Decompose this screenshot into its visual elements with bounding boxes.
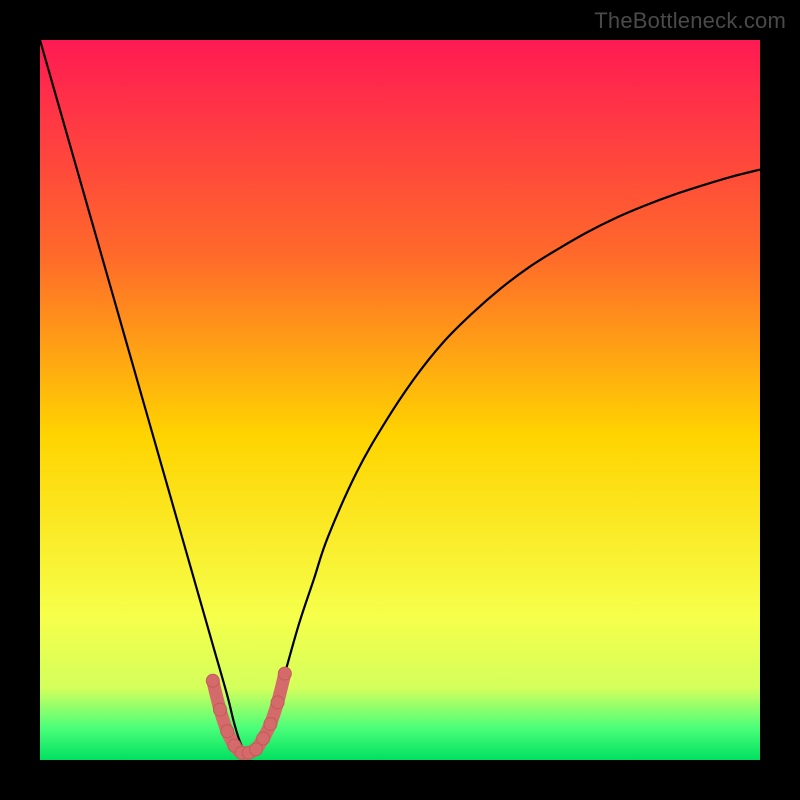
marker-dot <box>221 725 234 738</box>
outer-frame: TheBottleneck.com <box>0 0 800 800</box>
marker-dot <box>278 667 291 680</box>
marker-dot <box>214 703 227 716</box>
marker-dot <box>257 732 270 745</box>
marker-dot <box>264 718 277 731</box>
watermark-text: TheBottleneck.com <box>594 8 786 34</box>
marker-dot <box>206 674 219 687</box>
plot-area <box>40 40 760 760</box>
marker-dot <box>271 696 284 709</box>
chart-svg <box>40 40 760 760</box>
